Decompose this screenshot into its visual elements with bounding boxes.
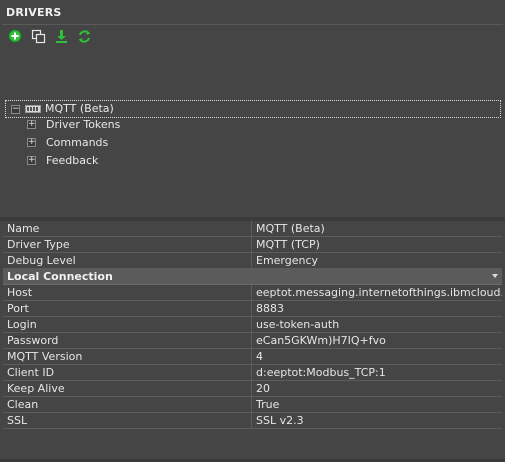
property-label: Keep Alive <box>3 381 252 396</box>
expand-toggle[interactable]: + <box>27 138 36 147</box>
property-value[interactable]: MQTT (Beta) <box>253 221 502 236</box>
property-value[interactable]: d:eeptot:Modbus_TCP:1 <box>253 365 502 380</box>
property-row-port[interactable]: Port 8883 <box>3 301 502 317</box>
property-value[interactable]: 20 <box>253 381 502 396</box>
property-label: Name <box>3 221 252 236</box>
property-label: Debug Level <box>3 253 252 268</box>
section-local-connection[interactable]: Local Connection <box>3 269 502 285</box>
download-icon <box>55 29 67 43</box>
property-label: Login <box>3 317 252 332</box>
property-row-clean[interactable]: Clean True <box>3 397 502 413</box>
property-value[interactable]: 4 <box>253 349 502 364</box>
drivers-panel: DRIVERS − MQTT (Beta) + Driver Tokens + … <box>0 0 505 462</box>
drivers-toolbar <box>6 27 93 45</box>
add-icon <box>8 29 22 43</box>
property-label: MQTT Version <box>3 349 252 364</box>
property-row-name[interactable]: Name MQTT (Beta) <box>3 221 502 237</box>
tree-item-label: Commands <box>46 136 109 149</box>
expand-toggle[interactable]: + <box>27 156 36 165</box>
duplicate-icon <box>31 29 45 43</box>
expand-toggle[interactable]: + <box>27 120 36 129</box>
tree-item-driver-tokens[interactable]: + Driver Tokens <box>2 116 501 134</box>
property-label: Password <box>3 333 252 348</box>
property-value[interactable]: MQTT (TCP) <box>253 237 502 252</box>
refresh-icon <box>78 29 90 43</box>
property-label: SSL <box>3 413 252 428</box>
collapse-toggle[interactable]: − <box>11 105 20 114</box>
property-grid: Name MQTT (Beta) Driver Type MQTT (TCP) … <box>3 221 502 459</box>
driver-icon <box>25 105 41 113</box>
property-label: Port <box>3 301 252 316</box>
import-driver-button[interactable] <box>52 27 70 45</box>
collapse-arrow-icon[interactable] <box>492 274 498 278</box>
property-row-client-id[interactable]: Client ID d:eeptot:Modbus_TCP:1 <box>3 365 502 381</box>
title-divider <box>2 24 503 25</box>
property-value[interactable]: eCan5GKWm)H7IQ+fvo <box>253 333 502 348</box>
tree-item-label: Driver Tokens <box>46 118 121 131</box>
add-driver-button[interactable] <box>6 27 24 45</box>
tree-item-label: Feedback <box>46 154 99 167</box>
tree-item-feedback[interactable]: + Feedback <box>2 152 501 170</box>
property-value[interactable]: 8883 <box>253 301 502 316</box>
property-row-mqtt-version[interactable]: MQTT Version 4 <box>3 349 502 365</box>
property-row-driver-type[interactable]: Driver Type MQTT (TCP) <box>3 237 502 253</box>
section-title: Local Connection <box>7 270 113 283</box>
property-value[interactable]: Emergency <box>253 253 502 268</box>
property-label: Clean <box>3 397 252 412</box>
driver-tree: − MQTT (Beta) + Driver Tokens + Commands… <box>2 98 501 216</box>
property-value[interactable]: SSL v2.3 <box>253 413 502 428</box>
property-row-password[interactable]: Password eCan5GKWm)H7IQ+fvo <box>3 333 502 349</box>
property-row-debug-level[interactable]: Debug Level Emergency <box>3 253 502 269</box>
duplicate-driver-button[interactable] <box>29 27 47 45</box>
refresh-drivers-button[interactable] <box>75 27 93 45</box>
tree-item-commands[interactable]: + Commands <box>2 134 501 152</box>
property-label: Client ID <box>3 365 252 380</box>
property-value[interactable]: True <box>253 397 502 412</box>
property-value[interactable]: use-token-auth <box>253 317 502 332</box>
panel-title: DRIVERS <box>6 6 62 19</box>
property-row-login[interactable]: Login use-token-auth <box>3 317 502 333</box>
property-row-host[interactable]: Host eeptot.messaging.internetofthings.i… <box>3 285 502 301</box>
property-label: Driver Type <box>3 237 252 252</box>
property-label: Host <box>3 285 252 300</box>
property-row-keep-alive[interactable]: Keep Alive 20 <box>3 381 502 397</box>
property-value[interactable]: eeptot.messaging.internetofthings.ibmclo… <box>253 285 502 300</box>
property-row-ssl[interactable]: SSL SSL v2.3 <box>3 413 502 429</box>
